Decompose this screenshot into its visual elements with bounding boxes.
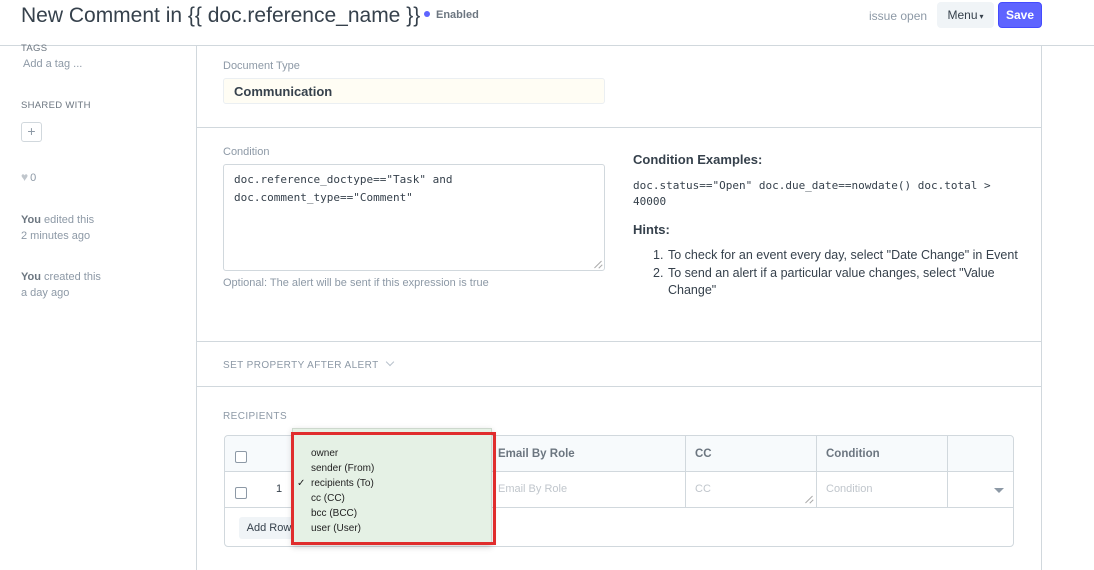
like-counter[interactable]: ♥ 0: [21, 170, 36, 184]
add-share-button[interactable]: +: [21, 122, 42, 142]
document-type-field[interactable]: Communication: [223, 78, 605, 104]
column-divider: [947, 436, 948, 508]
timeline-item: You created this a day ago: [21, 269, 101, 301]
timeline-item: You edited this 2 minutes ago: [21, 212, 94, 244]
shared-with-label: SHARED WITH: [21, 100, 91, 111]
chevron-down-icon: [385, 357, 394, 367]
resize-handle-icon[interactable]: [594, 260, 602, 268]
hint-text: To send an alert if a particular value c…: [668, 265, 995, 298]
timeline-time: a day ago: [21, 287, 70, 299]
condition-cell[interactable]: Condition: [826, 483, 872, 495]
menu-button-label: Menu: [947, 8, 978, 22]
set-property-section-toggle[interactable]: SET PROPERTY AFTER ALERT: [223, 357, 394, 371]
menu-button[interactable]: Menu ▾: [937, 2, 994, 28]
add-row-button[interactable]: Add Row: [239, 517, 299, 539]
status-indicator-label: Enabled: [436, 9, 479, 21]
row-index: 1: [276, 483, 283, 495]
page-header: New Comment in {{ doc.reference_name }} …: [0, 0, 1094, 46]
hint-item: 1. To check for an event every day, selec…: [653, 248, 1018, 262]
option-bcc[interactable]: bcc (BCC): [297, 506, 374, 521]
option-owner[interactable]: owner: [297, 446, 374, 461]
condition-help-text: Optional: The alert will be sent if this…: [223, 277, 489, 289]
status-dot-icon: [424, 11, 430, 18]
tags-label: TAGS: [21, 43, 48, 54]
row-checkbox[interactable]: [235, 487, 247, 499]
condition-field[interactable]: doc.reference_doctype=="Task" and doc.co…: [223, 164, 605, 271]
doc-status-text: issue open: [869, 9, 928, 23]
option-user[interactable]: user (User): [297, 521, 374, 536]
checkmark-icon: ✓: [297, 478, 306, 489]
recipients-option-list: owner sender (From) ✓ recipients (To) cc …: [297, 446, 374, 536]
column-header-cc: CC: [695, 448, 712, 460]
section-divider: [196, 341, 1042, 342]
column-header-email-by-role: Email By Role: [498, 448, 575, 460]
hint-text: To check for an event every day, select …: [668, 248, 1018, 262]
heart-icon[interactable]: ♥: [21, 170, 28, 184]
examples-title: Condition Examples:: [633, 152, 763, 167]
caret-down-icon: ▾: [979, 12, 984, 21]
section-divider: [196, 127, 1042, 128]
option-recipients[interactable]: ✓ recipients (To): [297, 476, 374, 491]
hints-title: Hints:: [633, 222, 670, 237]
section-title: SET PROPERTY AFTER ALERT: [223, 360, 379, 371]
row-menu-caret-icon[interactable]: [994, 488, 1004, 493]
hint-item: 2. To send an alert if a particular value…: [653, 265, 995, 298]
status-indicator: Enabled: [424, 9, 479, 21]
section-divider: [196, 386, 1042, 387]
column-divider: [685, 436, 686, 508]
timeline-time: 2 minutes ago: [21, 230, 91, 242]
option-cc[interactable]: cc (CC): [297, 491, 374, 506]
condition-label: Condition: [223, 146, 270, 158]
timeline-actor: You: [21, 271, 41, 283]
column-header-condition: Condition: [826, 448, 880, 460]
document-type-label: Document Type: [223, 60, 300, 72]
page-title: New Comment in {{ doc.reference_name }}: [21, 4, 421, 27]
resize-handle-icon[interactable]: [805, 495, 813, 503]
timeline-action: edited this: [44, 214, 95, 226]
condition-examples: Condition Examples: doc.status=="Open" d…: [633, 152, 1023, 300]
cc-cell[interactable]: CC: [695, 483, 711, 495]
timeline-action: created this: [44, 271, 101, 283]
add-tag-link[interactable]: Add a tag ...: [23, 58, 82, 70]
timeline-actor: You: [21, 214, 41, 226]
hints-list: 1. To check for an event every day, selec…: [633, 247, 1023, 300]
examples-code: doc.status=="Open" doc.due_date==nowdate…: [633, 179, 991, 208]
select-all-checkbox[interactable]: [235, 451, 247, 463]
email-by-role-cell[interactable]: Email By Role: [498, 483, 567, 495]
recipients-section-title: RECIPIENTS: [223, 411, 288, 422]
like-count: 0: [30, 172, 37, 184]
option-sender[interactable]: sender (From): [297, 461, 374, 476]
save-button[interactable]: Save: [998, 2, 1042, 28]
column-divider: [816, 436, 817, 508]
